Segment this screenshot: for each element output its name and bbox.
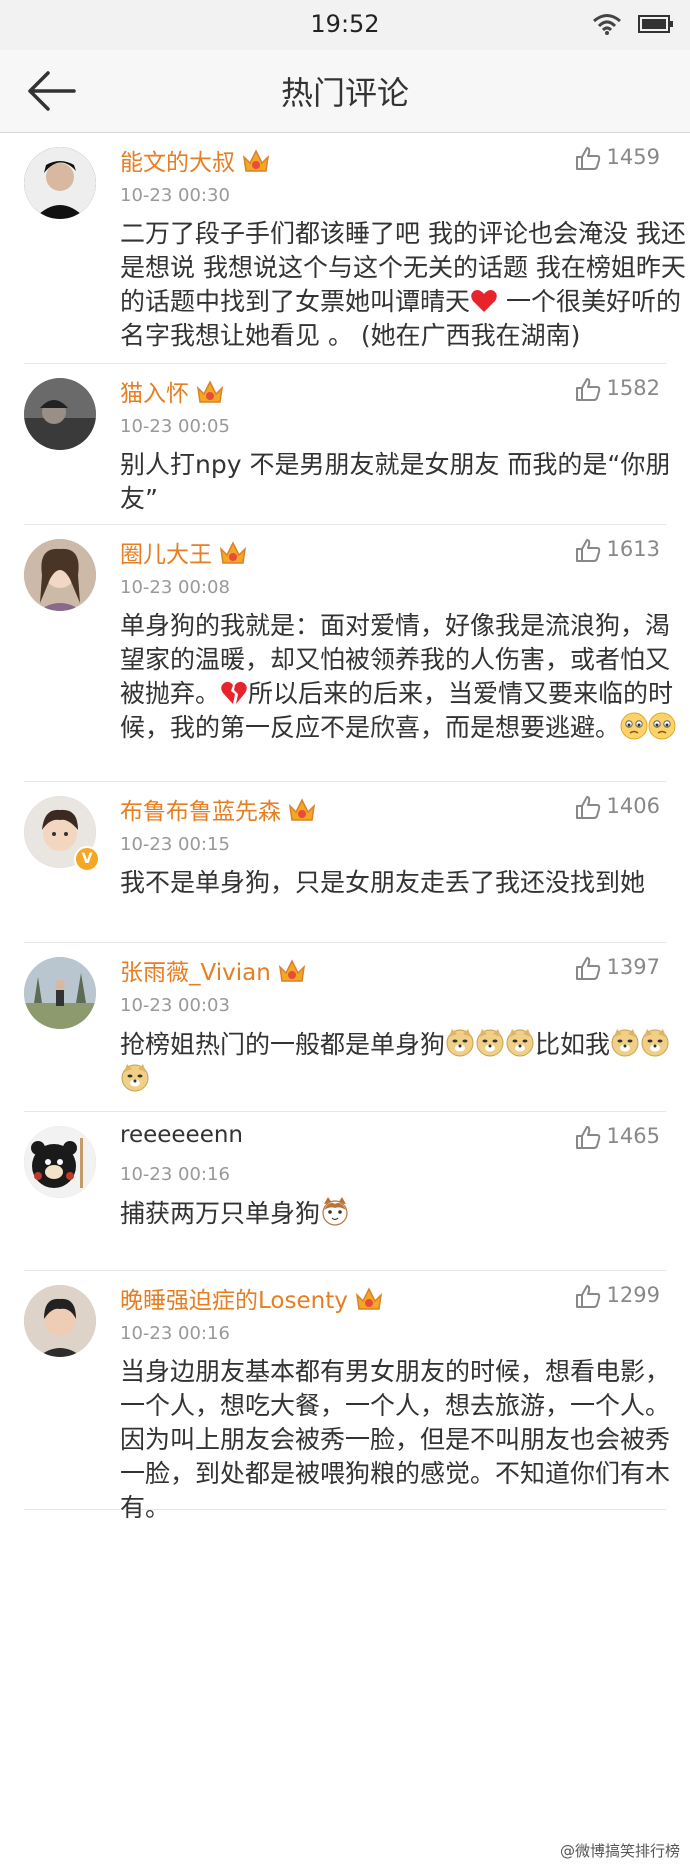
comment-text: 二万了段子手们都该睡了吧 我的评论也会淹没 我还是想说 我想说这个与这个无关的话… — [120, 219, 686, 350]
thumbs-up-icon — [575, 1126, 600, 1149]
comment-text: 当身边朋友基本都有男女朋友的时候，想看电影，一个人，想吃大餐，一个人，想去旅游，… — [120, 1357, 671, 1522]
comment-text: 单身狗的我就是：面对爱情，好像我是流浪狗，渴望家的温暖，却又怕被领养我的人伤害，… — [120, 609, 690, 745]
like-count: 1406 — [606, 794, 660, 818]
cat-face-icon — [322, 1197, 348, 1226]
crown-badge-icon — [355, 1287, 382, 1310]
comment-username[interactable]: 圈儿大王 — [120, 535, 248, 569]
avatar[interactable] — [24, 539, 96, 611]
avatar[interactable] — [24, 957, 96, 1029]
crown-badge-icon — [196, 380, 224, 403]
like-button[interactable]: 1397 — [575, 955, 660, 980]
battery-icon — [638, 15, 673, 33]
comment-item: 晚睡强迫症的Losenty 1299 10-23 00:16 当身边朋友基本都有… — [24, 1271, 670, 1522]
status-bar: 19:52 — [0, 0, 690, 50]
thumbs-up-icon — [575, 539, 600, 562]
nav-bar: 热门评论 — [0, 50, 690, 133]
comment-text: 别人打npy 不是男朋友就是女朋友 而我的是“你朋友” — [120, 450, 671, 513]
like-button[interactable]: 1582 — [575, 376, 660, 401]
comment-item: V 布鲁布鲁蓝先森 1406 10-23 00:15 我不是单身狗，只是女朋友走… — [24, 782, 666, 943]
crown-badge-icon — [219, 541, 247, 564]
doge-emoji-icon — [641, 1029, 669, 1057]
comment-item: reeeeeenn 1465 10-23 00:16 捕获两万只单身狗 — [24, 1112, 666, 1271]
avatar[interactable] — [24, 147, 96, 219]
comment-username[interactable]: reeeeeenn — [120, 1122, 243, 1148]
comment-item: 能文的大叔 1459 10-23 00:30 二万了段子手们都该睡了吧 我的评论… — [24, 133, 686, 364]
crown-badge-icon — [242, 149, 270, 172]
comment-time: 10-23 00:16 — [120, 1164, 230, 1185]
thumbs-up-icon — [575, 378, 600, 401]
comment-text: 捕获两万只单身狗 — [120, 1196, 690, 1231]
comment-username[interactable]: 张雨薇_Vivian — [120, 953, 307, 987]
broken-heart-icon — [221, 681, 247, 704]
page-title: 热门评论 — [280, 74, 409, 112]
comment-time: 10-23 00:15 — [120, 834, 230, 855]
like-button[interactable]: 1459 — [575, 145, 660, 170]
comment-item: 猫入怀 1582 10-23 00:05 别人打npy 不是男朋友就是女朋友 而… — [24, 364, 670, 525]
avatar[interactable] — [24, 1285, 96, 1357]
pleading-face-icon — [648, 712, 676, 740]
thumbs-up-icon — [575, 957, 600, 980]
crown-badge-icon — [278, 959, 305, 982]
status-time: 19:52 — [310, 10, 380, 38]
crown-badge-icon — [288, 798, 316, 821]
comment-username[interactable]: 能文的大叔 — [120, 143, 271, 177]
thumbs-up-icon — [575, 1285, 600, 1308]
like-count: 1465 — [606, 1124, 660, 1148]
comment-time: 10-23 00:08 — [120, 577, 230, 598]
avatar[interactable] — [24, 378, 96, 450]
like-count: 1459 — [606, 145, 660, 169]
doge-emoji-icon — [611, 1029, 639, 1057]
like-count: 1613 — [606, 537, 660, 561]
pleading-face-icon — [620, 712, 648, 740]
doge-emoji-icon — [476, 1029, 504, 1057]
avatar[interactable] — [24, 1126, 96, 1198]
comment-username[interactable]: 布鲁布鲁蓝先森 — [120, 792, 317, 826]
comment-time: 10-23 00:30 — [120, 185, 230, 206]
doge-emoji-icon — [506, 1029, 534, 1057]
comment-time: 10-23 00:05 — [120, 416, 230, 437]
wifi-icon — [593, 14, 621, 35]
red-heart-icon — [471, 290, 497, 312]
comment-username[interactable]: 晚睡强迫症的Losenty — [120, 1281, 384, 1315]
like-button[interactable]: 1465 — [575, 1124, 660, 1149]
doge-emoji-icon — [446, 1029, 474, 1057]
like-count: 1299 — [606, 1283, 660, 1307]
thumbs-up-icon — [575, 147, 600, 170]
like-count: 1582 — [606, 376, 660, 400]
comment-item: 张雨薇_Vivian 1397 10-23 00:03 抢榜姐热门的一般都是单身… — [24, 943, 669, 1112]
comment-text: 我不是单身狗，只是女朋友走丢了我还没找到她 — [120, 868, 646, 897]
thumbs-up-icon — [575, 796, 600, 819]
like-button[interactable]: 1613 — [575, 537, 660, 562]
comment-time: 10-23 00:03 — [120, 995, 230, 1016]
like-button[interactable]: 1299 — [575, 1283, 660, 1308]
doge-emoji-icon — [121, 1064, 149, 1092]
verified-badge-icon: V — [74, 846, 100, 872]
like-button[interactable]: 1406 — [575, 794, 660, 819]
comment-time: 10-23 00:16 — [120, 1323, 230, 1344]
comment-list: 能文的大叔 1459 10-23 00:30 二万了段子手们都该睡了吧 我的评论… — [0, 133, 690, 1522]
comment-item: 圈儿大王 1613 10-23 00:08 单身狗的我就是：面对爱情，好像我是流… — [24, 525, 676, 782]
comment-username[interactable]: 猫入怀 — [120, 374, 225, 408]
like-count: 1397 — [606, 955, 660, 979]
footer-watermark: @微博搞笑排行榜 — [559, 1842, 680, 1860]
comment-text: 抢榜姐热门的一般都是单身狗 比如我 — [120, 1027, 690, 1097]
